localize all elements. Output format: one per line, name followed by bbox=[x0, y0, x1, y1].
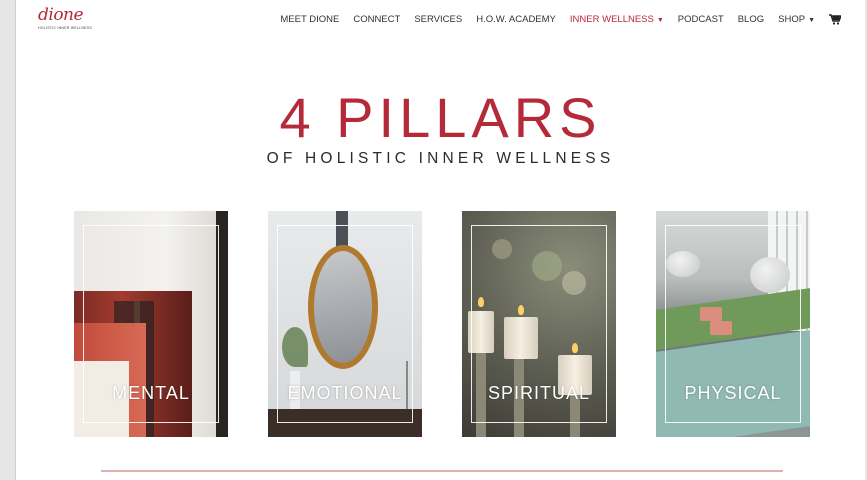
chevron-down-icon: ▼ bbox=[656, 17, 664, 24]
pillar-card-emotional[interactable]: EMOTIONAL bbox=[268, 211, 422, 437]
page-title: 4 PILLARS bbox=[279, 86, 602, 149]
main-menu: MEET DIONE CONNECT SERVICES H.O.W. ACADE… bbox=[280, 14, 843, 25]
top-navigation: dione HOLISTIC INNER WELLNESS MEET DIONE… bbox=[16, 0, 865, 42]
nav-item-services[interactable]: SERVICES bbox=[414, 14, 462, 25]
site-logo[interactable]: dione HOLISTIC INNER WELLNESS bbox=[38, 5, 92, 35]
pillar-card-mental[interactable]: MENTAL bbox=[74, 211, 228, 437]
logo-tagline: HOLISTIC INNER WELLNESS bbox=[38, 26, 92, 30]
pillar-label-spiritual: SPIRITUAL bbox=[487, 383, 591, 403]
nav-item-how-academy[interactable]: H.O.W. ACADEMY bbox=[476, 14, 556, 25]
nav-item-inner-wellness[interactable]: INNER WELLNESS ▼ bbox=[570, 14, 664, 25]
nav-item-inner-wellness-label: INNER WELLNESS bbox=[569, 14, 654, 25]
nav-item-podcast[interactable]: PODCAST bbox=[678, 14, 724, 25]
section-divider bbox=[101, 470, 783, 472]
pillar-card-physical[interactable]: PHYSICAL bbox=[656, 211, 810, 437]
nav-item-meet-dione[interactable]: MEET DIONE bbox=[280, 14, 339, 25]
nav-item-shop[interactable]: SHOP ▼ bbox=[778, 14, 815, 25]
nav-item-connect[interactable]: CONNECT bbox=[353, 14, 400, 25]
pillar-label-physical: PHYSICAL bbox=[684, 383, 782, 403]
page-subtitle: OF HOLISTIC INNER WELLNESS bbox=[266, 150, 615, 167]
page-frame: dione HOLISTIC INNER WELLNESS MEET DIONE… bbox=[15, 0, 865, 480]
shopping-cart-icon[interactable] bbox=[829, 14, 843, 25]
pillar-label-mental: MENTAL bbox=[112, 383, 190, 403]
nav-item-blog[interactable]: BLOG bbox=[738, 14, 764, 25]
pillar-card-spiritual[interactable]: SPIRITUAL bbox=[462, 211, 616, 437]
chevron-down-icon: ▼ bbox=[808, 17, 815, 24]
pillar-label-emotional: EMOTIONAL bbox=[287, 383, 403, 403]
nav-item-shop-label: SHOP bbox=[778, 14, 806, 25]
logo-wordmark: dione bbox=[38, 5, 84, 25]
